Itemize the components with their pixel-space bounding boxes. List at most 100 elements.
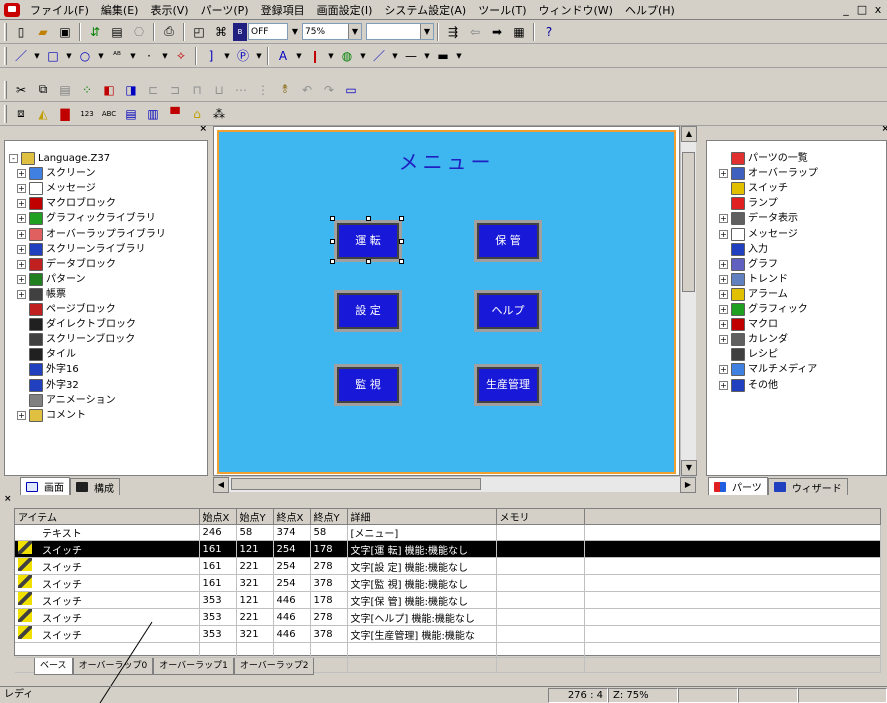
tree-item[interactable]: パーツの一覧 (719, 151, 808, 166)
column-header[interactable]: 終点Y (310, 509, 348, 525)
expand-icon[interactable]: + (719, 380, 728, 390)
layer-tab-3[interactable]: オーバーラップ2 (233, 658, 315, 675)
scroll-left-icon[interactable]: ◀ (213, 477, 229, 493)
font-color-icon[interactable]: A (273, 47, 293, 65)
simulator-icon[interactable]: ▤ (107, 23, 127, 41)
save-icon[interactable]: ▣ (55, 23, 75, 41)
dropdown-arrow-icon[interactable]: ▼ (223, 47, 231, 65)
app-icon[interactable] (4, 2, 20, 17)
bracket-icon[interactable]: ] (201, 47, 221, 65)
tree-item[interactable]: + スクリーン (17, 166, 96, 181)
switch-hokan[interactable]: 保 管 (474, 220, 542, 262)
align-left-icon[interactable]: ⊏ (143, 81, 163, 99)
menu-item-8[interactable]: ウィンドウ(W) (533, 2, 619, 18)
pen-color-icon[interactable]: ❙ (305, 47, 325, 65)
close-icon[interactable]: × (199, 124, 207, 134)
cut-icon[interactable]: ✂ (11, 81, 31, 99)
distribute-v-icon[interactable]: ⋮ (253, 81, 273, 99)
recipe-icon[interactable]: ⁂ (209, 105, 229, 123)
tree-item[interactable]: 外字16 (17, 362, 79, 377)
switch-settei[interactable]: 設 定 (334, 290, 402, 332)
tree-item[interactable]: スクリーンブロック (17, 332, 135, 347)
tree-item[interactable]: + パターン (17, 272, 86, 287)
restore-button[interactable]: □ (855, 3, 869, 16)
tab-wizard[interactable]: ウィザード (767, 478, 848, 495)
alarm-icon[interactable]: ⌂ (187, 105, 207, 123)
print-icon[interactable]: ⎙ (159, 23, 179, 41)
tree-item[interactable]: + トレンド (719, 272, 788, 287)
close-button[interactable]: x (871, 3, 885, 16)
expand-icon[interactable]: + (719, 169, 728, 179)
paste-icon[interactable]: ▤ (55, 81, 75, 99)
copy-icon[interactable]: ⧉ (33, 81, 53, 99)
tree-item[interactable]: + コメント (17, 408, 86, 423)
layer-tab-0[interactable]: ベース (34, 658, 73, 675)
expand-icon[interactable]: + (17, 259, 26, 269)
tab-screen[interactable]: 画面 (20, 477, 70, 495)
move-front-icon[interactable]: ◧ (99, 81, 119, 99)
tree-item[interactable]: + カレンダ (719, 332, 788, 347)
scroll-right-icon[interactable]: ▶ (680, 477, 696, 493)
minimize-button[interactable]: _ (839, 3, 853, 16)
expand-icon[interactable]: + (719, 229, 728, 239)
line-icon[interactable]: ／ (11, 47, 31, 65)
text-icon[interactable]: ᴬᴮ (107, 47, 127, 65)
tree-item[interactable]: 外字32 (17, 378, 79, 393)
expand-icon[interactable]: + (719, 305, 728, 314)
expand-icon[interactable]: + (719, 320, 728, 330)
tree-item[interactable]: + 帳票 (17, 287, 66, 302)
paint-icon[interactable]: ⟡ (171, 47, 191, 65)
switch-seisan[interactable]: 生産管理 (474, 364, 542, 406)
dropdown-arrow-icon[interactable]: ▼ (97, 47, 105, 65)
column-header[interactable]: アイテム (15, 509, 200, 525)
dropdown-arrow-icon[interactable]: ▼ (255, 47, 263, 65)
align-top-icon[interactable]: ⊓ (187, 81, 207, 99)
circle-icon[interactable]: ○ (75, 47, 95, 65)
tree-item[interactable]: タイル (17, 347, 76, 362)
table-row[interactable]: テキスト 246 58 374 58 [メニュー] (15, 524, 881, 541)
dropper-icon[interactable]: ⥉ (275, 81, 295, 99)
toolbar-grip[interactable] (4, 46, 7, 65)
selection-handle[interactable] (366, 259, 371, 264)
switch-kanshi[interactable]: 監 視 (334, 364, 402, 406)
fill-color-icon[interactable]: ◍ (337, 47, 357, 65)
switch-help[interactable]: ヘルプ (474, 290, 542, 332)
dropdown-arrow-icon[interactable]: ▼ (295, 47, 303, 65)
rectangle-icon[interactable]: □ (43, 47, 63, 65)
chevron-down-icon[interactable]: ▼ (348, 24, 361, 39)
tree-item[interactable]: ランプ (719, 196, 778, 211)
expand-icon[interactable]: + (719, 259, 728, 269)
tree-item[interactable]: スイッチ (719, 181, 788, 196)
dropdown-arrow-icon[interactable]: ▼ (359, 47, 367, 65)
tree-item[interactable]: + データ表示 (719, 211, 798, 226)
help-icon[interactable]: ? (539, 23, 559, 41)
bit-icon[interactable]: B (233, 22, 247, 41)
dropdown-arrow-icon[interactable]: ▼ (455, 47, 463, 65)
goto-screen-icon[interactable]: ⇶ (443, 23, 463, 41)
selection-handle[interactable] (330, 239, 335, 244)
menu-item-1[interactable]: 編集(E) (95, 2, 145, 18)
selection-handle[interactable] (399, 259, 404, 264)
expand-icon[interactable]: + (719, 274, 728, 284)
screen-list-icon[interactable]: ▦ (509, 23, 529, 41)
dropdown-arrow-icon[interactable]: ▼ (161, 47, 169, 65)
menu-item-2[interactable]: 表示(V) (144, 2, 194, 18)
tree-item[interactable]: + メッセージ (719, 227, 798, 242)
canvas-horizontal-scrollbar[interactable]: ◀ ▶ (213, 476, 696, 493)
numeric-display-icon[interactable]: 123 (77, 105, 97, 123)
layer-tab-2[interactable]: オーバーラップ1 (153, 658, 234, 675)
expand-icon[interactable]: + (17, 410, 26, 420)
expand-icon[interactable]: + (719, 289, 728, 299)
expand-icon[interactable]: + (17, 169, 26, 179)
back-arrow-icon[interactable]: ⇦ (465, 23, 485, 41)
cursor-icon[interactable]: ▭ (341, 81, 361, 99)
switch-unten[interactable]: 運 転 (334, 220, 402, 262)
screen-canvas[interactable]: メニュー 運 転 保 管 設 定 ヘルプ 監 視 生産管理 (217, 130, 676, 474)
tree-item[interactable]: + マルチメディア (719, 362, 817, 377)
close-icon[interactable]: × (4, 494, 12, 504)
scroll-down-icon[interactable]: ▼ (681, 460, 697, 476)
table-row[interactable]: スイッチ 353 121 446 178 文字[保 管] 機能:機能なし (15, 591, 881, 609)
selection-handle[interactable] (399, 216, 404, 221)
menu-item-5[interactable]: 画面設定(I) (311, 2, 379, 18)
toolbar-grip[interactable] (4, 22, 7, 41)
